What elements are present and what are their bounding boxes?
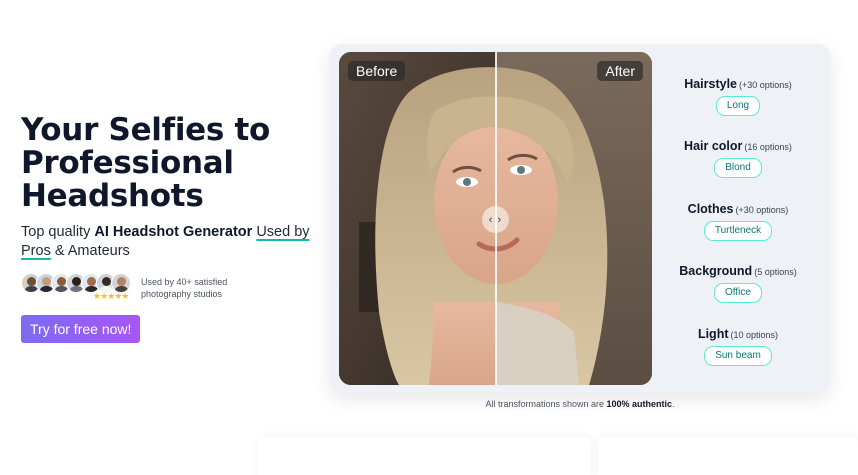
option-title-text: Light xyxy=(697,327,729,341)
caption-suffix: . xyxy=(672,399,675,409)
option-title-text: Clothes xyxy=(687,202,734,216)
option-title: Light (10 options) xyxy=(652,327,824,341)
option-title: Background (5 options) xyxy=(652,264,824,278)
option-count: (+30 options) xyxy=(735,205,789,215)
option-chip-sun-beam[interactable]: Sun beam xyxy=(704,346,772,366)
option-light: Light (10 options) Sun beam xyxy=(652,327,824,366)
options-panel: Hairstyle (+30 options) Long Hair color (1… xyxy=(652,52,824,385)
drag-handle-icon[interactable]: ‹ › xyxy=(482,206,509,233)
before-after-comparison[interactable]: Before After ‹ › xyxy=(339,52,652,385)
hero-section: Your Selfies to Professional Headshots T… xyxy=(21,114,321,343)
rating-stars: ★★★★★ xyxy=(93,291,129,301)
social-proof-text: Used by 40+ satisfied photography studio… xyxy=(141,277,228,299)
before-label: Before xyxy=(348,61,406,81)
sub-prefix: Top quality xyxy=(21,224,95,240)
after-label: After xyxy=(597,61,643,81)
hero-headline: Your Selfies to Professional Headshots xyxy=(21,114,321,213)
option-hair-color: Hair color (16 options) Blond xyxy=(652,139,824,178)
option-title-text: Background xyxy=(679,264,753,278)
caption-bold: 100% authentic xyxy=(606,399,673,409)
option-chip-turtleneck[interactable]: Turtleneck xyxy=(703,221,773,241)
hero-subheadline: Top quality AI Headshot Generator Used b… xyxy=(21,223,321,261)
option-count: (10 options) xyxy=(730,330,779,340)
headline-line-2: Professional xyxy=(21,145,234,181)
sub-bold: AI Headshot Generator xyxy=(94,224,253,240)
next-section-card xyxy=(598,437,858,475)
try-for-free-button[interactable]: Try for free now! xyxy=(21,315,141,343)
option-background: Background (5 options) Office xyxy=(652,264,824,303)
option-title-text: Hairstyle xyxy=(684,77,737,91)
option-title: Clothes (+30 options) xyxy=(652,202,824,216)
next-section-card xyxy=(258,437,591,475)
option-chip-office[interactable]: Office xyxy=(714,283,762,303)
option-chip-blond[interactable]: Blond xyxy=(714,158,762,178)
authenticity-caption: All transformations shown are 100% authe… xyxy=(330,399,830,409)
headline-line-1: Your Selfies to xyxy=(21,112,271,148)
option-title: Hair color (16 options) xyxy=(652,139,824,153)
option-clothes: Clothes (+30 options) Turtleneck xyxy=(652,202,824,241)
avatar-group: ★★★★★ xyxy=(21,273,137,303)
sub-suffix: & Amateurs xyxy=(50,243,130,259)
option-title: Hairstyle (+30 options) xyxy=(652,77,824,91)
option-count: (+30 options) xyxy=(739,80,792,90)
caption-prefix: All transformations shown are xyxy=(485,399,607,409)
option-hairstyle: Hairstyle (+30 options) Long xyxy=(652,77,824,116)
option-title-text: Hair color xyxy=(684,139,743,153)
social-proof: ★★★★★ Used by 40+ satisfied photography … xyxy=(21,273,321,303)
avatar xyxy=(111,273,131,293)
headline-line-3: Headshots xyxy=(21,178,204,214)
option-count: (16 options) xyxy=(744,142,792,152)
option-chip-long[interactable]: Long xyxy=(715,96,761,116)
option-count: (5 options) xyxy=(754,267,797,277)
